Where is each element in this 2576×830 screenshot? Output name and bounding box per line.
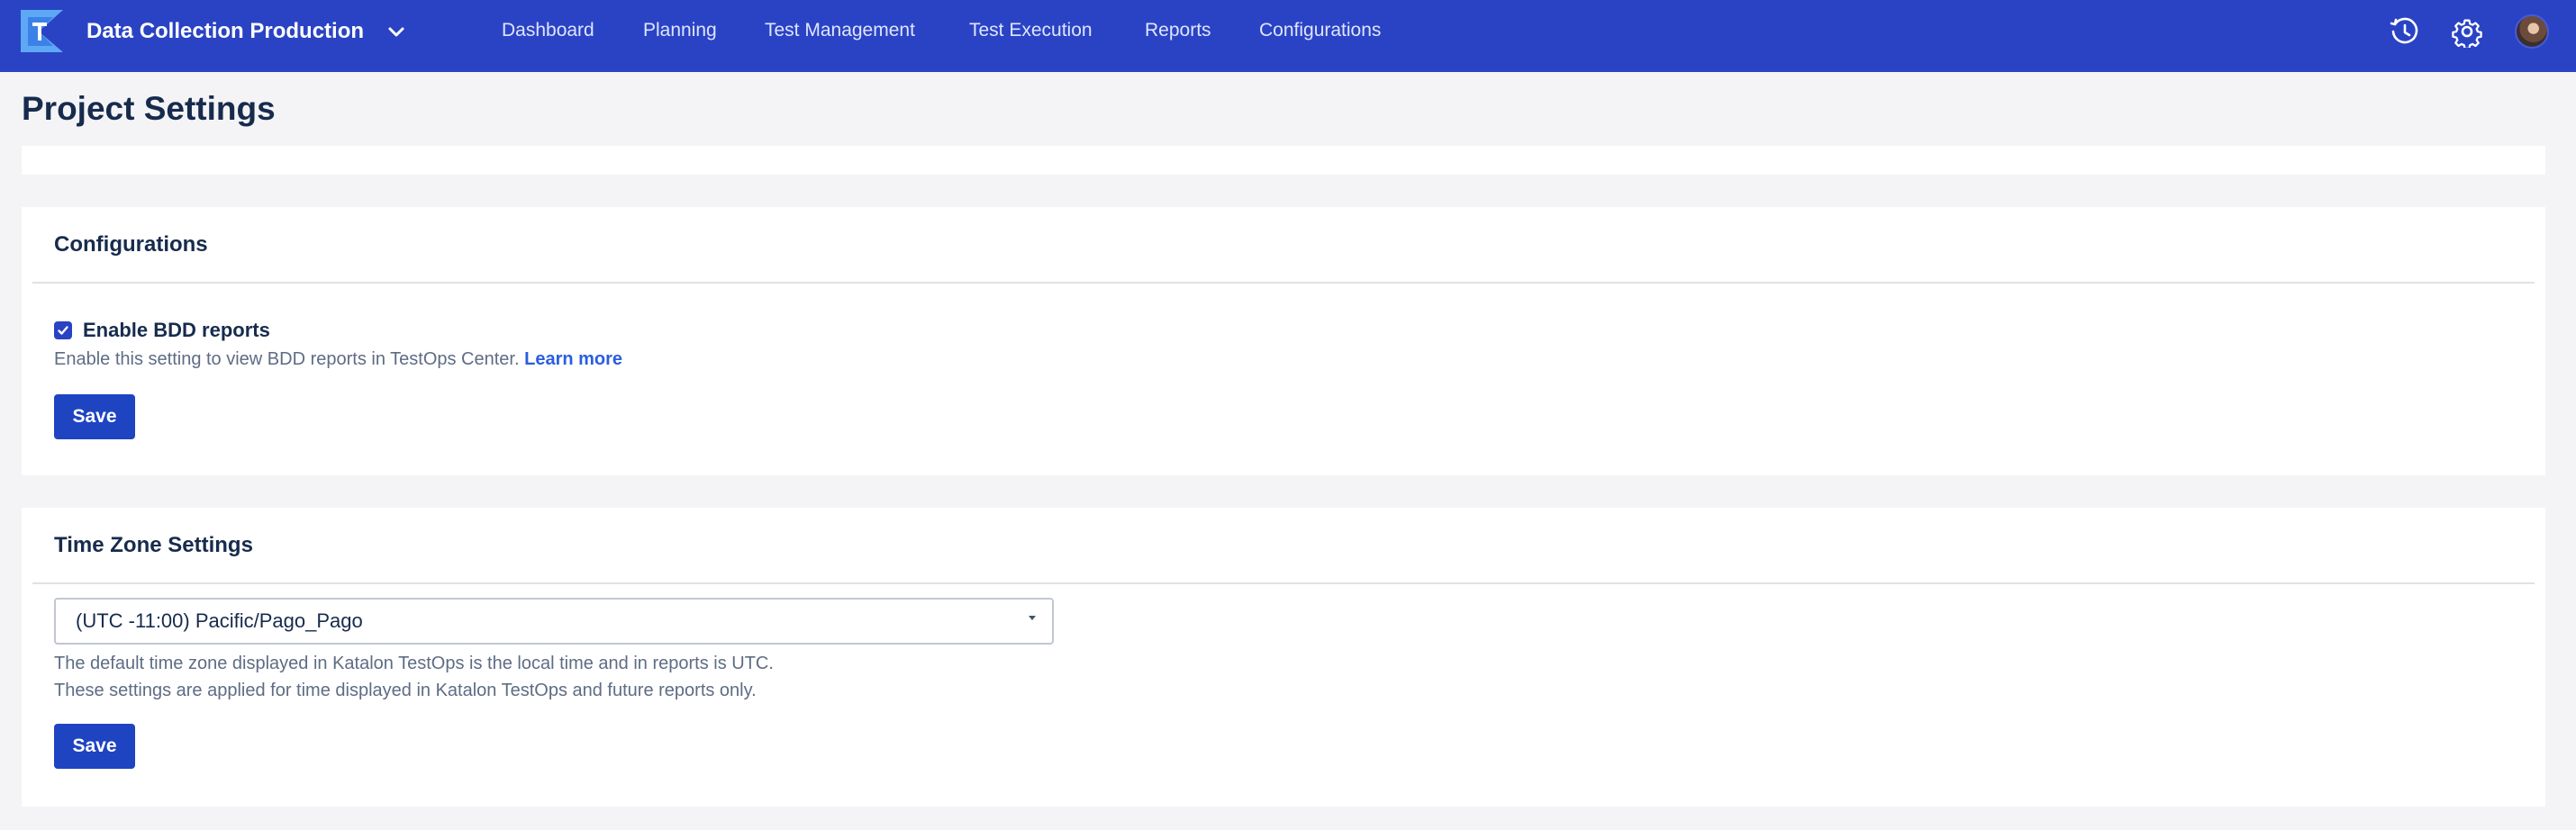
time-zone-selected-value: (UTC -11:00) Pacific/Pago_Pago	[76, 609, 363, 632]
configurations-card: Configurations Enable BDD reports Enable…	[22, 207, 2545, 475]
top-navigation-bar: Data Collection Production Dashboard Pla…	[0, 0, 2576, 72]
previous-settings-card	[22, 146, 2545, 175]
enable-bdd-label: Enable BDD reports	[83, 319, 270, 341]
caret-down-icon[interactable]	[1029, 616, 1036, 620]
nav-test-execution[interactable]: Test Execution	[969, 0, 1093, 61]
page-title: Project Settings	[22, 90, 276, 127]
save-configurations-button[interactable]: Save	[54, 394, 135, 439]
time-zone-help-line-2: These settings are applied for time disp…	[54, 681, 757, 700]
nav-test-management[interactable]: Test Management	[765, 0, 915, 61]
nav-configurations[interactable]: Configurations	[1259, 0, 1381, 61]
divider	[32, 282, 2535, 284]
gear-icon[interactable]	[2450, 14, 2484, 49]
divider	[32, 582, 2535, 584]
checkbox-checked-icon[interactable]	[54, 321, 72, 339]
time-zone-card: Time Zone Settings (UTC -11:00) Pacific/…	[22, 508, 2545, 807]
learn-more-link[interactable]: Learn more	[524, 349, 622, 369]
katalon-logo[interactable]	[21, 10, 63, 52]
chevron-down-icon[interactable]	[382, 18, 411, 47]
bdd-help-text: Enable this setting to view BDD reports …	[54, 349, 622, 370]
avatar[interactable]	[2515, 14, 2549, 49]
nav-dashboard[interactable]: Dashboard	[502, 0, 594, 61]
nav-reports[interactable]: Reports	[1145, 0, 1211, 61]
save-time-zone-button[interactable]: Save	[54, 724, 135, 769]
nav-planning[interactable]: Planning	[643, 0, 717, 61]
enable-bdd-checkbox[interactable]: Enable BDD reports	[54, 319, 270, 342]
project-name[interactable]: Data Collection Production	[86, 0, 364, 63]
configurations-title: Configurations	[54, 232, 208, 257]
time-zone-title: Time Zone Settings	[54, 533, 253, 557]
time-zone-select[interactable]: (UTC -11:00) Pacific/Pago_Pago	[54, 598, 1054, 645]
bdd-help-description: Enable this setting to view BDD reports …	[54, 349, 520, 369]
time-zone-help-line-1: The default time zone displayed in Katal…	[54, 654, 774, 673]
history-icon[interactable]	[2388, 14, 2422, 49]
